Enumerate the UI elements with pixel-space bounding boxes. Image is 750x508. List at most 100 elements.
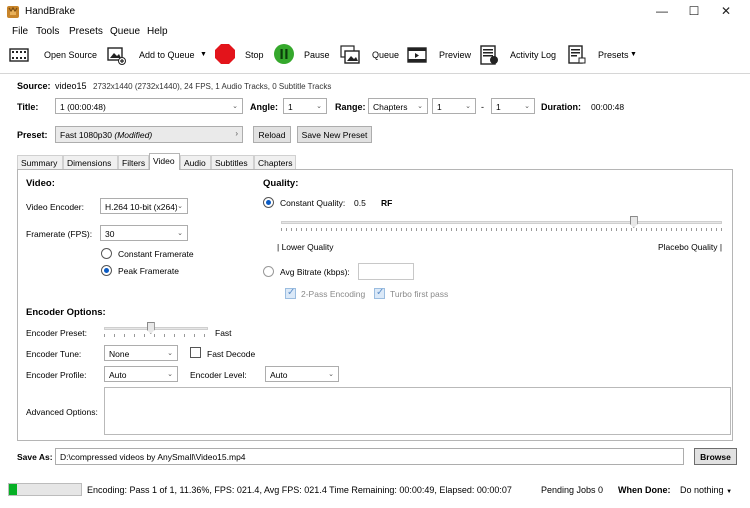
title-value: 1 (00:00:48) (60, 102, 106, 112)
add-to-queue-icon[interactable] (106, 45, 126, 65)
encoder-tune-label: Encoder Tune: (26, 349, 82, 359)
range-start-value: 1 (437, 102, 442, 112)
encode-progress-fill (9, 484, 18, 495)
encoder-profile-dropdown[interactable]: Auto ⌄ (104, 366, 178, 382)
reload-button[interactable]: Reload (253, 126, 291, 143)
stop-icon[interactable] (214, 43, 236, 65)
pause-icon[interactable] (273, 43, 295, 65)
menu-presets[interactable]: Presets (69, 26, 103, 37)
preview-icon[interactable] (407, 45, 427, 65)
menu-file[interactable]: File (12, 26, 28, 37)
preset-label: Preset: (17, 130, 48, 140)
constant-quality-label: Constant Quality: (280, 198, 346, 208)
turbo-first-pass-checkbox[interactable] (374, 287, 385, 299)
video-encoder-dropdown[interactable]: H.264 10-bit (x264) ⌄ (100, 198, 188, 214)
two-pass-checkbox[interactable] (285, 287, 296, 299)
tab-video[interactable]: Video (149, 153, 180, 170)
presets-button[interactable]: Presets (598, 50, 629, 60)
encoder-preset-label: Encoder Preset: (26, 328, 87, 338)
range-type-dropdown[interactable]: Chapters ⌄ (368, 98, 428, 114)
encoder-level-dropdown[interactable]: Auto ⌄ (265, 366, 339, 382)
turbo-first-pass-label: Turbo first pass (390, 289, 449, 299)
constant-framerate-label: Constant Framerate (118, 249, 194, 259)
minimize-icon[interactable]: — (652, 4, 672, 20)
range-start-dropdown[interactable]: 1 ⌄ (432, 98, 476, 114)
menu-queue[interactable]: Queue (110, 26, 140, 37)
when-done-value: Do nothing (680, 485, 724, 495)
activity-log-button[interactable]: Activity Log (510, 50, 556, 60)
encoder-preset-value: Fast (215, 328, 232, 338)
constant-quality-value: 0.5 (354, 198, 366, 208)
title-dropdown[interactable]: 1 (00:00:48) ⌄ (55, 98, 243, 114)
presets-icon[interactable] (567, 45, 587, 65)
tab-audio[interactable]: Audio (180, 155, 211, 170)
chevron-down-icon: ⌄ (417, 103, 423, 110)
constant-quality-radio[interactable] (263, 197, 274, 208)
framerate-label: Framerate (FPS): (26, 229, 93, 239)
duration-value: 00:00:48 (591, 102, 625, 112)
status-bar: Encoding: Pass 1 of 1, 11.36%, FPS: 021.… (0, 480, 750, 500)
lower-quality-label: | Lower Quality (277, 242, 334, 252)
encoder-profile-label: Encoder Profile: (26, 370, 87, 380)
close-icon[interactable]: ✕ (716, 4, 736, 20)
preview-button[interactable]: Preview (439, 50, 471, 60)
activity-log-icon[interactable] (479, 45, 499, 65)
encoder-preset-slider-track[interactable] (104, 327, 208, 330)
preset-selector[interactable]: Fast 1080p30 (Modified) › (55, 126, 243, 143)
fast-decode-label: Fast Decode (207, 349, 256, 359)
tab-summary[interactable]: Summary (17, 155, 63, 170)
video-heading: Video: (26, 178, 55, 189)
add-to-queue-button[interactable]: Add to Queue (139, 50, 195, 60)
menu-help[interactable]: Help (147, 26, 168, 37)
source-name: video15 (55, 81, 87, 91)
tab-subtitles[interactable]: Subtitles (211, 155, 254, 170)
save-new-preset-button[interactable]: Save New Preset (297, 126, 372, 143)
advanced-options-textarea[interactable] (104, 387, 731, 435)
encoding-status-text: Encoding: Pass 1 of 1, 11.36%, FPS: 021.… (87, 485, 512, 495)
toolbar: Open Source Add to Queue ▼ Stop Pause Qu… (0, 40, 750, 74)
chevron-down-icon: ▼ (726, 489, 733, 495)
tab-dimensions[interactable]: Dimensions (63, 155, 118, 170)
tab-filters[interactable]: Filters (118, 155, 149, 170)
when-done-dropdown[interactable]: Do nothing ▼ (680, 485, 732, 495)
pending-jobs: Pending Jobs 0 (541, 485, 604, 495)
menu-tools[interactable]: Tools (36, 26, 59, 37)
add-to-queue-dropdown-icon[interactable]: ▼ (200, 51, 207, 58)
source-label: Source: (17, 81, 51, 91)
angle-label: Angle: (250, 102, 278, 112)
tab-chapters[interactable]: Chapters (254, 155, 296, 170)
chevron-down-icon: ⌄ (465, 103, 471, 110)
browse-button[interactable]: Browse (694, 448, 737, 465)
encoder-tune-dropdown[interactable]: None ⌄ (104, 345, 178, 361)
peak-framerate-label: Peak Framerate (118, 266, 179, 276)
open-source-button[interactable]: Open Source (44, 50, 97, 60)
constant-framerate-radio[interactable] (101, 248, 112, 259)
fast-decode-checkbox[interactable] (190, 347, 201, 358)
open-source-icon[interactable] (9, 45, 29, 65)
chevron-down-icon: ⌄ (177, 230, 183, 237)
quality-slider-track[interactable] (281, 221, 722, 224)
queue-icon[interactable] (340, 45, 360, 65)
save-as-input[interactable]: D:\compressed videos by AnySmall\Video15… (55, 448, 684, 465)
source-info: 2732x1440 (2732x1440), 24 FPS, 1 Audio T… (93, 82, 332, 91)
encoder-level-value: Auto (270, 370, 288, 380)
video-encoder-value: H.264 10-bit (x264) (105, 202, 178, 212)
range-end-value: 1 (496, 102, 501, 112)
chevron-down-icon: ⌄ (167, 350, 173, 357)
avg-bitrate-input[interactable] (358, 263, 414, 280)
angle-dropdown[interactable]: 1 ⌄ (283, 98, 327, 114)
framerate-dropdown[interactable]: 30 ⌄ (100, 225, 188, 241)
chevron-down-icon: ⌄ (524, 103, 530, 110)
stop-button[interactable]: Stop (245, 50, 264, 60)
maximize-icon[interactable]: ☐ (684, 4, 704, 20)
queue-button[interactable]: Queue (372, 50, 399, 60)
framerate-value: 30 (105, 229, 115, 239)
presets-dropdown-icon[interactable]: ▼ (630, 51, 637, 58)
preset-modified: (Modified) (114, 130, 153, 140)
peak-framerate-radio[interactable] (101, 265, 112, 276)
range-end-dropdown[interactable]: 1 ⌄ (491, 98, 535, 114)
pause-button[interactable]: Pause (304, 50, 330, 60)
two-pass-label: 2-Pass Encoding (301, 289, 366, 299)
save-as-label: Save As: (17, 452, 53, 462)
avg-bitrate-radio[interactable] (263, 266, 274, 277)
